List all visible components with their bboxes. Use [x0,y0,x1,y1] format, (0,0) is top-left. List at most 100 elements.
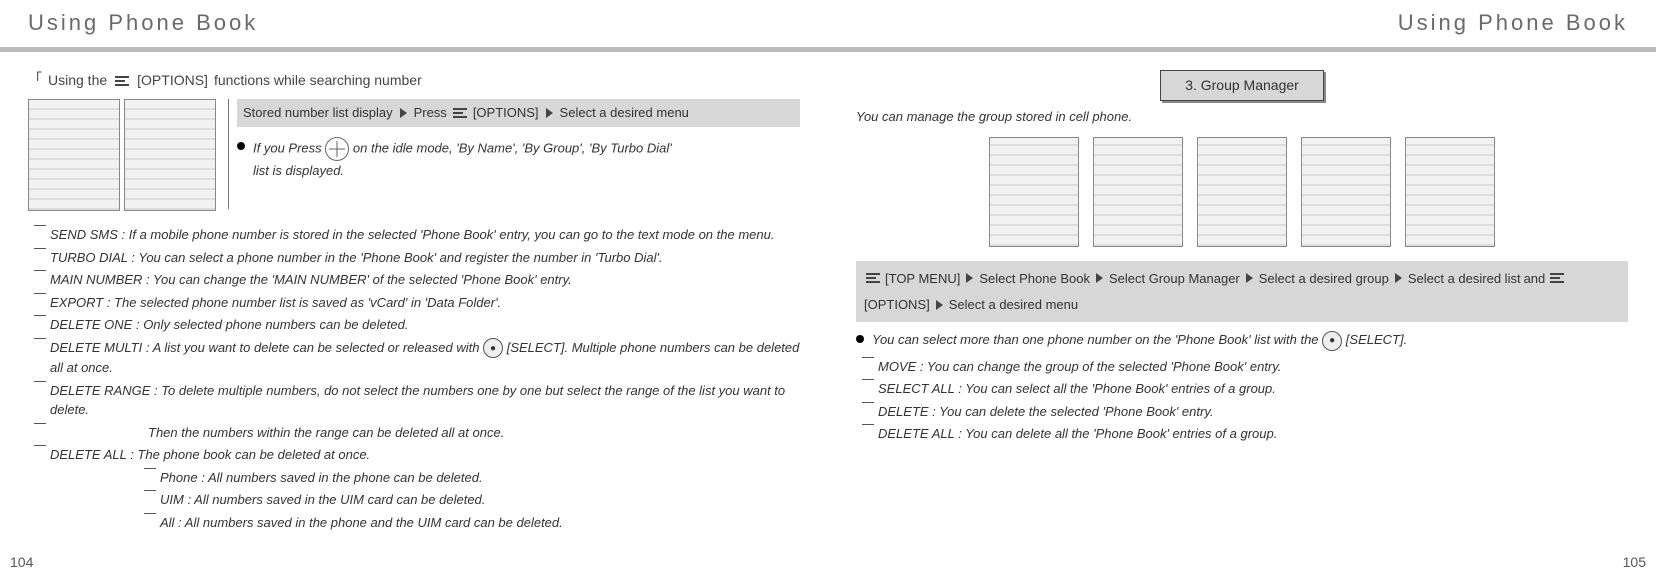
tip-c: list is displayed. [253,163,344,178]
bullet-icon [237,142,245,150]
tree-item: All : All numbers saved in the phone and… [138,513,800,533]
tree-item: DELETE : You can delete the selected 'Ph… [856,402,1628,422]
item-text: SEND SMS : If a mobile phone number is s… [50,225,774,245]
screenshot-thumb [1301,137,1391,247]
subhead-options: [OPTIONS] [137,70,208,91]
bullet-b: [SELECT]. [1346,332,1407,347]
banner-part: Press [414,103,447,123]
select-key-icon: ● [1322,331,1342,351]
item-text: DELETE ALL : You can delete all the 'Pho… [878,424,1277,444]
item-text: DELETE MULTI : A list you want to delete… [50,338,800,378]
vertical-divider [228,99,229,209]
item-text: DELETE ALL : The phone book can be delet… [50,445,370,465]
banner-part: Select Phone Book [979,267,1090,290]
banner-part: Select Group Manager [1109,267,1240,290]
tree-item: DELETE MULTI : A list you want to delete… [28,338,800,378]
banner-part: and [1524,267,1546,290]
item-text: MOVE : You can change the group of the s… [878,357,1281,377]
bullet-a: You can select more than one phone numbe… [872,332,1319,347]
tip-text: If you Press on the idle mode, 'By Name'… [253,137,672,181]
tree-item: MOVE : You can change the group of the s… [856,357,1628,377]
page-number: 105 [1623,552,1646,573]
chevron-right-icon [1395,273,1402,283]
tree-item: DELETE ALL : You can delete all the 'Pho… [856,424,1628,444]
tree-item: DELETE RANGE : To delete multiple number… [28,381,800,420]
screenshot-thumb [989,137,1079,247]
screenshot-thumbs [856,137,1628,247]
tree-item: MAIN NUMBER : You can change the 'MAIN N… [28,270,800,290]
page-number: 104 [10,552,33,573]
screenshot-thumb [1405,137,1495,247]
tree-item: DELETE ONE : Only selected phone numbers… [28,315,800,335]
item-text: DELETE RANGE : To delete multiple number… [50,381,800,420]
options-tree: MOVE : You can change the group of the s… [856,357,1628,444]
tree-item: UIM : All numbers saved in the UIM card … [138,490,800,510]
tip-b: on the idle mode, 'By Name', 'By Group',… [353,140,672,155]
item-text: Phone : All numbers saved in the phone c… [160,468,483,488]
options-icon [866,273,880,283]
tree-item: SEND SMS : If a mobile phone number is s… [28,225,800,245]
chevron-right-icon [1246,273,1253,283]
section-subtitle: You can manage the group stored in cell … [856,107,1628,127]
subhead-text-1: Using the [48,70,107,91]
banner-part: Stored number list display [243,103,393,123]
screenshot-thumb [1093,137,1183,247]
divider [0,47,828,52]
screenshot-thumbs [28,99,216,211]
chevron-right-icon [400,108,407,118]
open-bracket: 「 [28,70,42,91]
options-icon [1550,273,1564,283]
banner-block: Stored number list display Press [OPTION… [28,99,800,211]
screenshot-thumb [124,99,216,211]
chevron-right-icon [936,300,943,310]
divider [828,47,1656,52]
banner-part: [OPTIONS] [473,103,539,123]
subheading: 「 Using the [OPTIONS] functions while se… [28,70,800,91]
section-title: 3. Group Manager [1160,70,1324,101]
nav-key-icon [325,137,349,161]
tree-item: Phone : All numbers saved in the phone c… [138,468,800,488]
item-text: TURBO DIAL : You can select a phone numb… [50,248,663,268]
left-page: Using Phone Book 「 Using the [OPTIONS] f… [0,0,828,577]
tree-item: EXPORT : The selected phone number list … [28,293,800,313]
page-header-left: Using Phone Book [28,0,800,47]
tree-item: SELECT ALL : You can select all the 'Pho… [856,379,1628,399]
del-multi-a: DELETE MULTI : A list you want to delete… [50,340,479,355]
banner-part: Select a desired list [1408,267,1521,290]
tree-item: DELETE ALL : The phone book can be delet… [28,445,800,465]
instruction-banner: [TOP MENU] Select Phone Book Select Grou… [856,261,1628,323]
banner-part: [OPTIONS] [864,293,930,316]
banner-part: Select a desired group [1259,267,1389,290]
item-text: EXPORT : The selected phone number list … [50,293,501,313]
banner-part: Select a desired menu [560,103,689,123]
options-tree: SEND SMS : If a mobile phone number is s… [28,225,800,532]
banner-part: [TOP MENU] [885,267,960,290]
item-text: MAIN NUMBER : You can change the 'MAIN N… [50,270,572,290]
tree-item-continuation: Then the numbers within the range can be… [28,423,800,443]
chevron-right-icon [546,108,553,118]
page-header-right: Using Phone Book [856,0,1628,47]
bullet-note: You can select more than one phone numbe… [856,330,1628,351]
bullet-icon [856,335,864,343]
right-page: Using Phone Book 3. Group Manager You ca… [828,0,1656,577]
page-spread: Using Phone Book 「 Using the [OPTIONS] f… [0,0,1656,577]
stored-row: Stored number list display Press [OPTION… [234,99,800,180]
item-text: DELETE : You can delete the selected 'Ph… [878,402,1213,422]
bullet-text: You can select more than one phone numbe… [872,330,1407,351]
chevron-right-icon [1096,273,1103,283]
tip-row: If you Press on the idle mode, 'By Name'… [237,137,800,181]
tree-item: TURBO DIAL : You can select a phone numb… [28,248,800,268]
item-text: DELETE ONE : Only selected phone numbers… [50,315,408,335]
item-text: SELECT ALL : You can select all the 'Pho… [878,379,1276,399]
instruction-banner: Stored number list display Press [OPTION… [237,99,800,127]
select-key-icon: ● [483,338,503,358]
tip-a: If you Press [253,140,322,155]
banner-part: Select a desired menu [949,293,1078,316]
options-icon [115,76,129,86]
item-text: UIM : All numbers saved in the UIM card … [160,490,485,510]
chevron-right-icon [966,273,973,283]
item-text: All : All numbers saved in the phone and… [160,513,563,533]
item-text: Then the numbers within the range can be… [50,423,504,443]
delete-all-subtree: Phone : All numbers saved in the phone c… [138,468,800,533]
subhead-text-2: functions while searching number [214,70,422,91]
